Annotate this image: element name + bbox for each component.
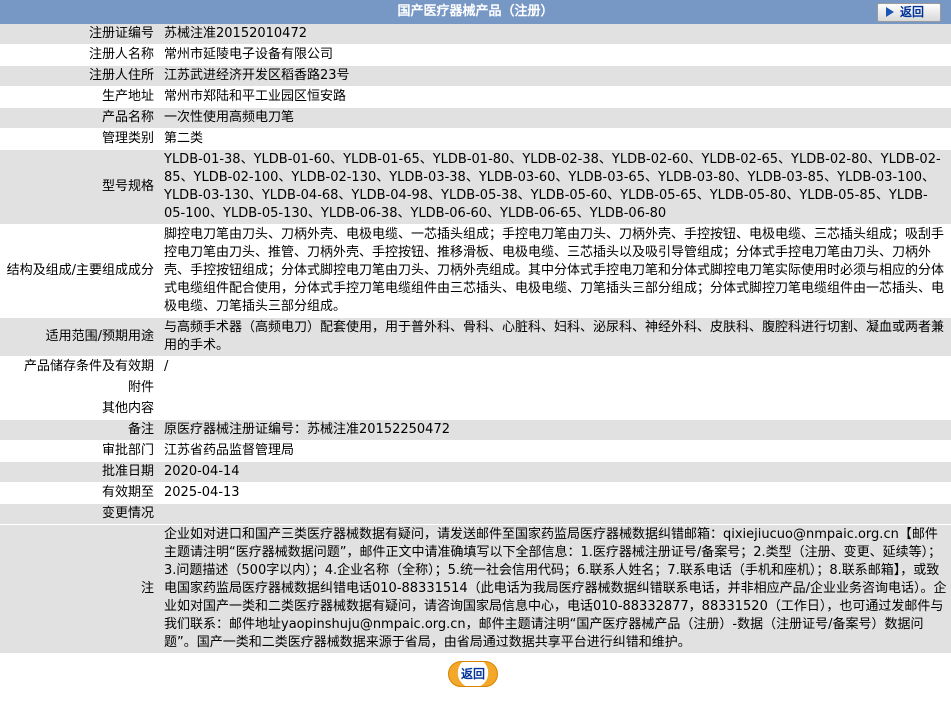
table-row: 变更情况 [0, 503, 951, 525]
table-row: 产品名称 一次性使用高频电刀笔 [0, 107, 951, 129]
field-label: 型号规格 [0, 149, 158, 225]
field-label: 结构及组成/主要组成成分 [0, 224, 158, 318]
field-value: 2025-04-13 [158, 482, 951, 504]
table-row: 管理类别 第二类 [0, 128, 951, 150]
field-value [158, 398, 951, 420]
field-value: / [158, 356, 951, 378]
table-row: 型号规格 YLDB-01-38、YLDB-01-60、YLDB-01-65、YL… [0, 149, 951, 225]
table-row: 注册证编号 苏械注准20152010472 [0, 24, 951, 45]
field-value [158, 377, 951, 399]
field-label: 有效期至 [0, 482, 158, 504]
page-footer: 返回 [0, 654, 951, 694]
table-row: 结构及组成/主要组成成分 脚控电刀笔由刀头、刀柄外壳、电极电缆、一芯插头组成；手… [0, 224, 951, 318]
back-button-top-label: 返回 [900, 5, 925, 19]
table-row: 注 企业如对进口和国产三类医疗器械数据有疑问，请发送邮件至国家药监局医疗器械数据… [0, 524, 951, 654]
field-value: 一次性使用高频电刀笔 [158, 107, 951, 129]
field-value: 江苏武进经济开发区稻香路23号 [158, 65, 951, 87]
table-row: 注册人住所 江苏武进经济开发区稻香路23号 [0, 65, 951, 87]
field-label: 产品名称 [0, 107, 158, 129]
field-label: 注册人名称 [0, 44, 158, 66]
field-label: 产品储存条件及有效期 [0, 356, 158, 378]
field-value: 2020-04-14 [158, 461, 951, 483]
field-label: 变更情况 [0, 503, 158, 525]
field-value: YLDB-01-38、YLDB-01-60、YLDB-01-65、YLDB-01… [158, 149, 951, 225]
field-value: 脚控电刀笔由刀头、刀柄外壳、电极电缆、一芯插头组成；手控电刀笔由刀头、刀柄外壳、… [158, 224, 951, 318]
field-label: 注 [0, 524, 158, 654]
field-label: 其他内容 [0, 398, 158, 420]
field-value: 企业如对进口和国产三类医疗器械数据有疑问，请发送邮件至国家药监局医疗器械数据纠错… [158, 524, 951, 654]
field-label: 附件 [0, 377, 158, 399]
field-label: 批准日期 [0, 461, 158, 483]
table-row: 适用范围/预期用途 与高频手术器（高频电刀）配套使用，用于普外科、骨科、心脏科、… [0, 317, 951, 357]
field-label: 审批部门 [0, 440, 158, 462]
table-row: 有效期至 2025-04-13 [0, 482, 951, 504]
field-value: 常州市郑陆和平工业园区恒安路 [158, 86, 951, 108]
field-value: 江苏省药品监督管理局 [158, 440, 951, 462]
back-button-top[interactable]: 返回 [877, 3, 941, 22]
field-value: 与高频手术器（高频电刀）配套使用，用于普外科、骨科、心脏科、妇科、泌尿科、神经外… [158, 317, 951, 357]
table-row: 产品储存条件及有效期 / [0, 356, 951, 378]
field-value: 常州市延陵电子设备有限公司 [158, 44, 951, 66]
table-row: 附件 [0, 377, 951, 399]
page-title: 国产医疗器械产品（注册） [397, 4, 554, 19]
field-value: 苏械注准20152010472 [158, 24, 951, 45]
back-button-bottom[interactable]: 返回 [448, 661, 498, 687]
field-value: 第二类 [158, 128, 951, 150]
field-label: 适用范围/预期用途 [0, 317, 158, 357]
field-label: 备注 [0, 419, 158, 441]
table-row: 其他内容 [0, 398, 951, 420]
page-header: 国产医疗器械产品（注册） 返回 [0, 0, 951, 24]
detail-table: 注册证编号 苏械注准20152010472 注册人名称 常州市延陵电子设备有限公… [0, 24, 951, 654]
table-row: 生产地址 常州市郑陆和平工业园区恒安路 [0, 86, 951, 108]
table-row: 批准日期 2020-04-14 [0, 461, 951, 483]
table-row: 审批部门 江苏省药品监督管理局 [0, 440, 951, 462]
field-label: 管理类别 [0, 128, 158, 150]
field-value: 原医疗器械注册证编号：苏械注准20152250472 [158, 419, 951, 441]
table-row: 备注 原医疗器械注册证编号：苏械注准20152250472 [0, 419, 951, 441]
field-label: 注册证编号 [0, 24, 158, 45]
field-label: 注册人住所 [0, 65, 158, 87]
table-row: 注册人名称 常州市延陵电子设备有限公司 [0, 44, 951, 66]
arrow-right-icon [886, 7, 894, 17]
field-value [158, 503, 951, 525]
field-label: 生产地址 [0, 86, 158, 108]
